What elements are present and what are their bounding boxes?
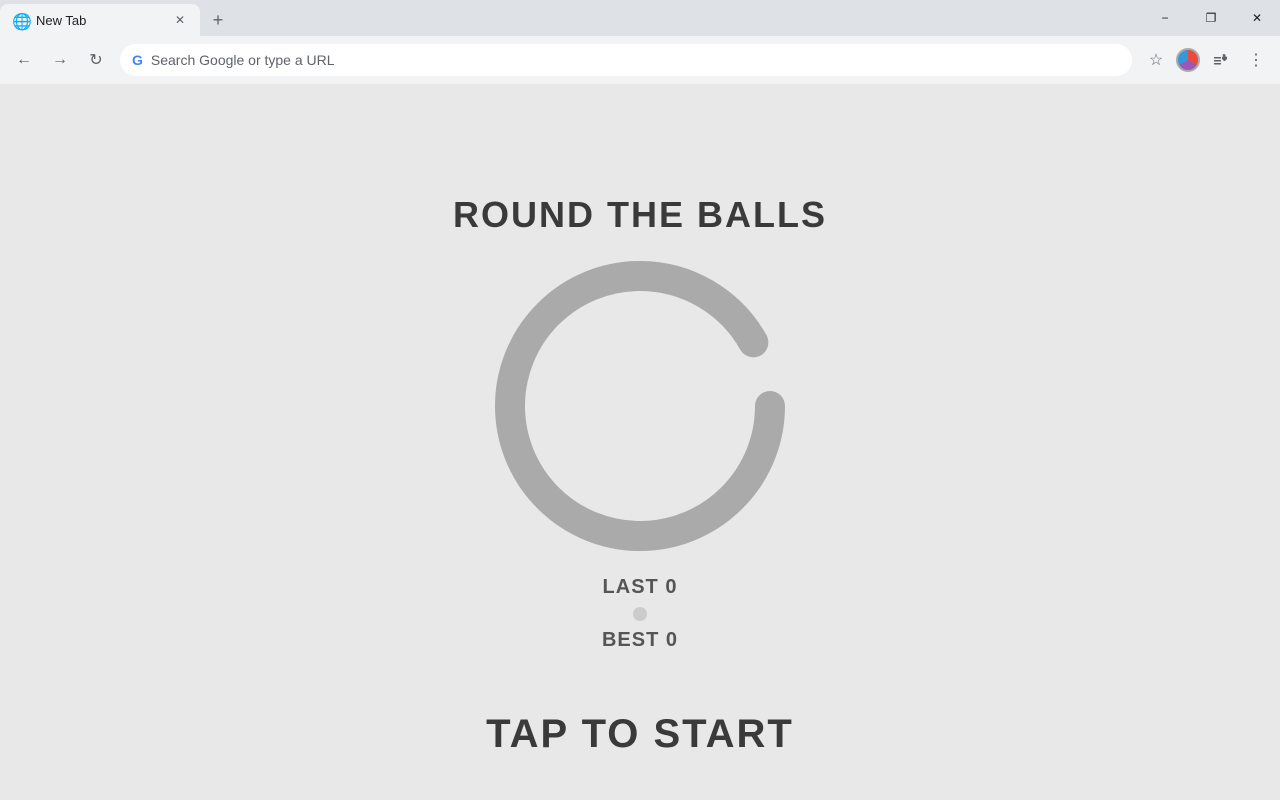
toolbar-right: ☆ ⋮ [1140, 44, 1272, 76]
tab-close-button[interactable]: ✕ [172, 12, 188, 28]
game-title: ROUND THE BALLS [453, 194, 827, 236]
tab-bar: 🌐 New Tab ✕ + − ❐ ✕ [0, 0, 1280, 36]
forward-button[interactable]: → [44, 44, 76, 76]
browser-window: 🌐 New Tab ✕ + − ❐ ✕ ← → ↻ G Search Googl… [0, 0, 1280, 800]
extensions-button[interactable] [1204, 44, 1236, 76]
close-button[interactable]: ✕ [1234, 0, 1280, 36]
toolbar: ← → ↻ G Search Google or type a URL ☆ ⋮ [0, 36, 1280, 84]
active-tab[interactable]: 🌐 New Tab ✕ [0, 4, 200, 36]
profile-avatar[interactable] [1176, 48, 1200, 72]
menu-button[interactable]: ⋮ [1240, 44, 1272, 76]
minimize-button[interactable]: − [1142, 0, 1188, 36]
small-ball [633, 607, 647, 621]
tap-to-start[interactable]: TAP TO START [486, 712, 794, 757]
tab-title: New Tab [36, 13, 164, 28]
omnibox[interactable]: G Search Google or type a URL [120, 44, 1132, 76]
game-area[interactable]: ROUND THE BALLS LAST 0 BEST 0 TAP TO STA… [436, 84, 844, 800]
maximize-button[interactable]: ❐ [1188, 0, 1234, 36]
tab-favicon: 🌐 [12, 12, 28, 28]
new-tab-button[interactable]: + [204, 6, 232, 34]
back-button[interactable]: ← [8, 44, 40, 76]
circle-ring [480, 246, 800, 566]
bookmark-button[interactable]: ☆ [1140, 44, 1172, 76]
reload-button[interactable]: ↻ [80, 44, 112, 76]
omnibox-text: Search Google or type a URL [151, 52, 335, 68]
window-controls: − ❐ ✕ [1142, 0, 1280, 36]
last-score: LAST 0 [603, 576, 678, 599]
google-logo: G [132, 52, 143, 68]
page-content: ROUND THE BALLS LAST 0 BEST 0 TAP TO STA… [0, 84, 1280, 800]
best-score: BEST 0 [602, 629, 678, 652]
circle-container [480, 246, 800, 566]
